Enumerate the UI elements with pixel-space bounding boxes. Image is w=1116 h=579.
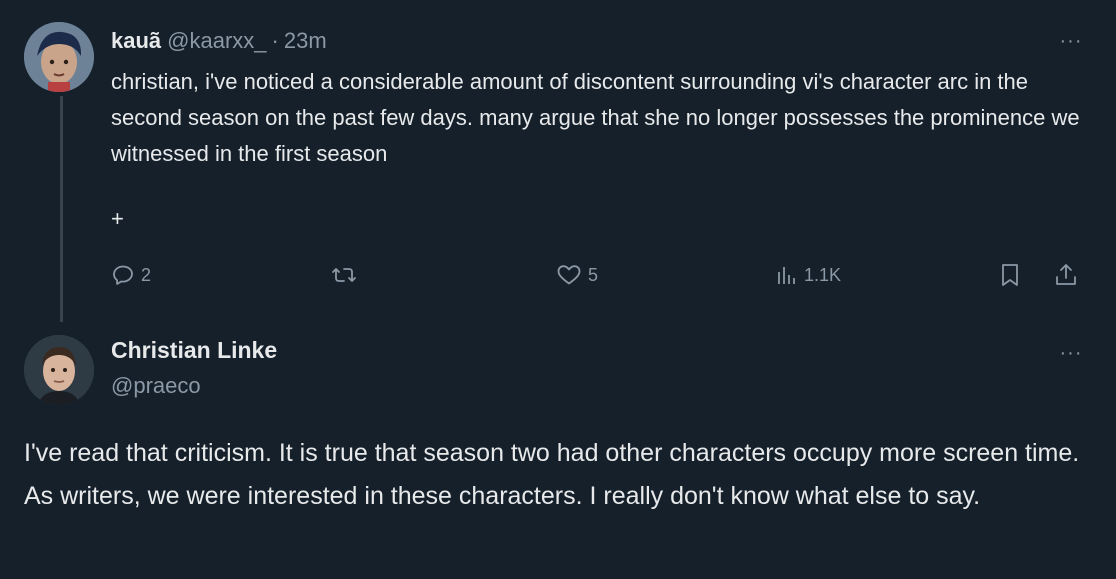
bookmark-button[interactable] — [999, 260, 1021, 290]
view-count: 1.1K — [804, 264, 842, 285]
reply-icon — [113, 265, 133, 285]
reply-button[interactable]: 2 — [111, 260, 151, 290]
avatar-image — [24, 22, 94, 92]
more-options-icon[interactable]: ··· — [1056, 342, 1086, 364]
more-options-icon[interactable]: ··· — [1056, 30, 1086, 52]
bookmark-icon — [1002, 264, 1018, 286]
share-button[interactable] — [1054, 260, 1078, 290]
avatar[interactable] — [24, 335, 94, 405]
timestamp[interactable]: 23m — [284, 28, 327, 54]
tweet-extra-text: + — [111, 206, 124, 231]
author-name[interactable]: kauã — [111, 28, 161, 54]
views-icon — [778, 267, 795, 284]
heart-icon — [557, 265, 581, 285]
avatar-image — [24, 335, 94, 405]
repost-icon — [332, 268, 356, 282]
avatar[interactable] — [24, 22, 94, 92]
separator-dot: · — [271, 28, 279, 53]
author-name[interactable]: Christian Linke — [111, 337, 277, 364]
repost-button[interactable] — [331, 260, 363, 290]
thread-line — [60, 96, 63, 322]
tweet-text: christian, i've noticed a considerable a… — [111, 69, 1080, 166]
tweet-1-header: kauã @kaarxx_ · 23m — [111, 26, 327, 56]
author-handle[interactable]: @kaarxx_ — [167, 28, 266, 54]
author-handle[interactable]: @praeco — [111, 373, 201, 399]
like-button[interactable]: 5 — [556, 260, 598, 290]
like-count: 5 — [588, 264, 599, 285]
reply-count: 2 — [141, 264, 152, 285]
views-button[interactable]: 1.1K — [774, 260, 841, 290]
tweet-text: I've read that criticism. It is true tha… — [24, 439, 1080, 510]
share-icon — [1056, 264, 1076, 285]
